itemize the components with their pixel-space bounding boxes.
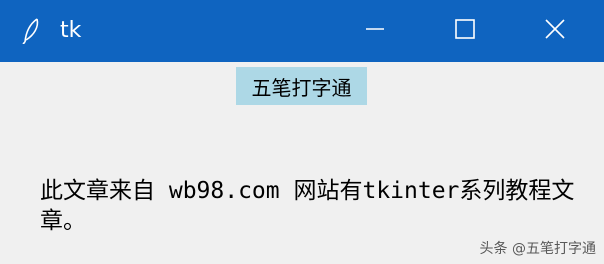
window-title: tk — [60, 18, 82, 43]
maximize-button[interactable] — [420, 0, 510, 62]
close-button[interactable] — [510, 0, 600, 62]
maximize-icon — [454, 18, 476, 45]
title-label: 五笔打字通 — [236, 67, 367, 105]
feather-icon — [22, 18, 42, 45]
watermark-text: 头条 @五笔打字通 — [479, 241, 596, 257]
title-bar[interactable]: tk — [0, 0, 604, 62]
minimize-button[interactable] — [330, 0, 420, 62]
info-text: 此文章来自 wb98.com 网站有tkinter系列教程文章。 — [40, 178, 575, 234]
tk-window: tk 五笔打字通 此文章来自 wb98.com 网站有tkinter系列教程文章… — [0, 0, 604, 264]
minimize-icon — [364, 18, 386, 45]
close-icon — [544, 18, 566, 45]
